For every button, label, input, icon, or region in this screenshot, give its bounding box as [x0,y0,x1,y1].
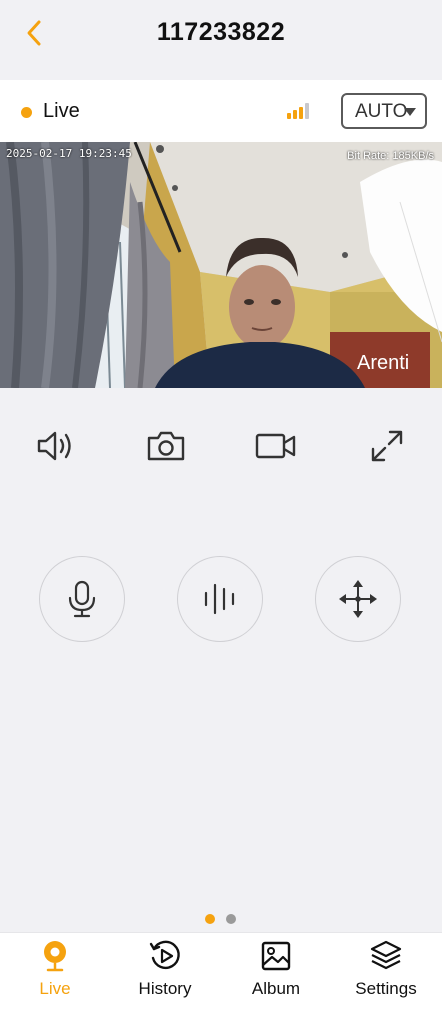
video-bitrate: Bit Rate: 185KB/s [347,150,434,162]
tab-album[interactable]: Album [221,933,331,1024]
video-timestamp: 2025-02-17 19:23:45 [6,147,132,160]
live-indicator-dot [21,107,32,118]
tab-label: Album [251,979,301,998]
mute-toggle-button[interactable] [30,420,82,472]
top-bar: 117233822 [0,0,442,66]
video-record-icon [255,433,296,459]
quality-selector[interactable]: AUTO [341,93,427,129]
microphone-icon [68,580,96,618]
pan-tilt-icon [339,580,377,618]
layers-icon [370,940,402,970]
fullscreen-icon [371,430,403,462]
tab-label: History [138,979,192,998]
caret-down-icon [404,108,416,116]
tab-label: Settings [355,979,417,998]
talk-button[interactable] [39,556,125,642]
record-button[interactable] [250,420,302,472]
signal-bars-icon [287,103,309,119]
voice-wave-icon [204,583,235,615]
page-title: 117233822 [156,18,286,46]
voice-intercom-button[interactable] [177,556,263,642]
video-controls-row [0,420,442,472]
tab-settings[interactable]: Settings [331,933,441,1024]
tab-live[interactable]: Live [0,933,110,1024]
page-dot-active[interactable] [205,914,215,924]
camera-icon [147,431,185,461]
history-play-icon [149,940,180,970]
pan-tilt-button[interactable] [315,556,401,642]
quality-value: AUTO [355,101,408,122]
bottom-tab-bar: Live History Album Settings [0,932,442,1024]
tab-history[interactable]: History [110,933,220,1024]
fullscreen-button[interactable] [361,420,413,472]
live-status-bar: Live AUTO [0,80,442,142]
video-watermark: Arenti [357,352,410,374]
page-dot[interactable] [226,914,236,924]
album-image-icon [261,941,291,971]
tab-label: Live [39,979,71,998]
live-pin-icon [44,941,66,972]
snapshot-button[interactable] [140,420,192,472]
page-indicator [205,914,245,926]
speaker-icon [37,431,71,461]
live-label: Live [43,100,80,122]
